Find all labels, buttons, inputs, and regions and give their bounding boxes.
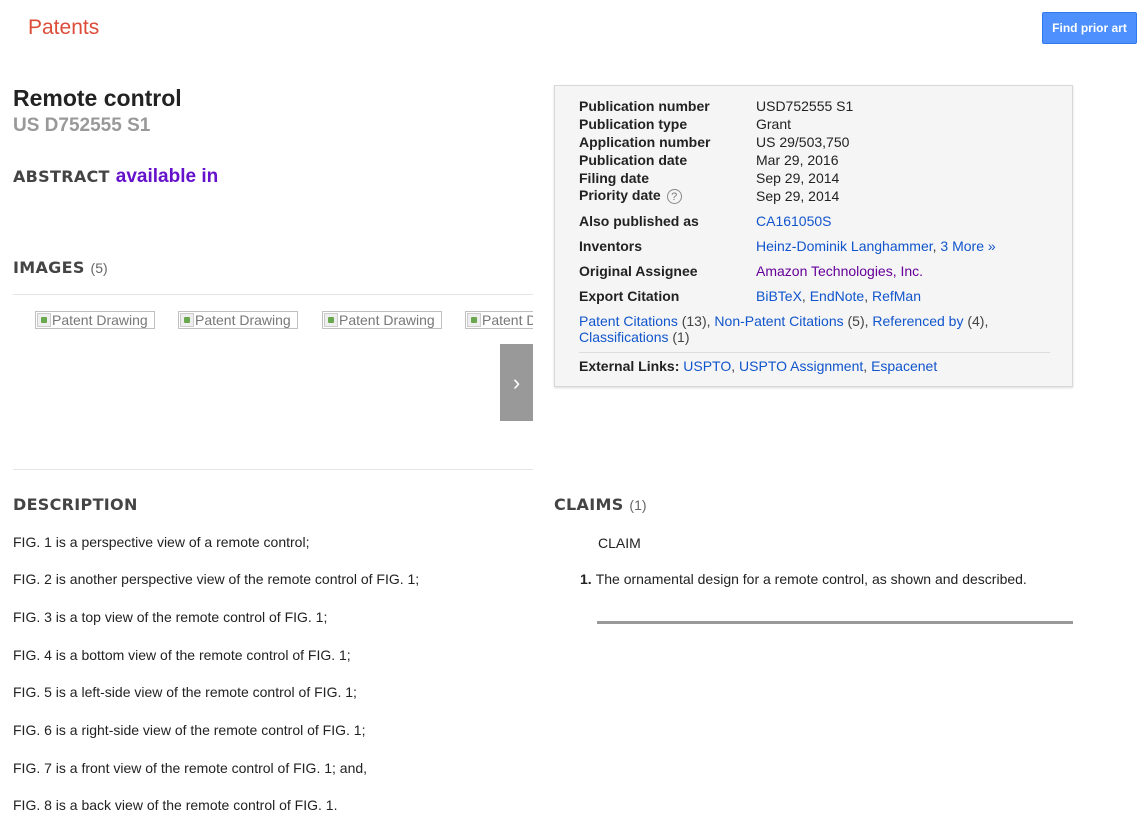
chevron-right-icon: › [512,369,521,395]
claims-heading: CLAIMS (1) [554,495,647,514]
carousel-next-button[interactable]: › [500,344,533,421]
thumbnail-alt-text: Patent Drawing [339,312,435,328]
classifications-count: (1) [672,329,690,345]
thumbnail-alt-text: Patent Drawing [195,312,291,328]
abstract-heading: ABSTRACT available in [13,166,218,188]
find-prior-art-button[interactable]: Find prior art [1042,12,1137,44]
patent-citations-link[interactable]: Patent Citations [579,313,678,329]
images-divider [13,294,533,295]
inventors-more-link[interactable]: 3 More » [940,238,995,254]
priority-date-row: Priority date? [579,187,682,204]
priority-date-value: Sep 29, 2014 [756,188,840,204]
patent-metadata-card: Publication number USD752555 S1 Publicat… [554,85,1073,387]
filing-date-row: Filing date [579,170,649,186]
description-line: FIG. 2 is another perspective view of th… [13,571,420,587]
claims-end-rule [597,621,1073,624]
filing-date-value: Sep 29, 2014 [756,170,840,186]
metadata-divider [579,352,1050,353]
inventors-label: Inventors [579,238,643,254]
assignee-label: Original Assignee [579,263,698,279]
publication-date-value: Mar 29, 2016 [756,152,839,168]
external-links-label: External Links: [579,358,680,374]
export-endnote-link[interactable]: EndNote [810,288,864,304]
export-bibtex-link[interactable]: BiBTeX [756,288,802,304]
description-line: FIG. 8 is a back view of the remote cont… [13,797,338,813]
application-number-row: Application number [579,134,710,150]
referenced-by-count: (4) [967,313,985,329]
inventors-row: Inventors [579,238,642,254]
abstract-available-in-link[interactable]: available in [116,166,218,187]
description-line: FIG. 6 is a right-side view of the remot… [13,722,366,738]
description-divider [13,469,533,470]
claims-heading-label: CLAIMS [554,495,624,514]
publication-number-value: USD752555 S1 [756,98,854,114]
description-line: FIG. 4 is a bottom view of the remote co… [13,647,351,663]
images-heading: IMAGES (5) [13,258,108,277]
help-icon[interactable]: ? [666,188,682,204]
abstract-heading-label: ABSTRACT [13,167,110,186]
patent-drawing-thumbnail[interactable]: Patent Drawing [465,311,533,329]
description-heading: DESCRIPTION [13,495,138,514]
claim-heading: CLAIM [598,535,641,551]
claims-count: (1) [629,497,647,513]
patent-drawing-thumbnail[interactable]: Patent Drawing [35,311,155,329]
also-published-value: CA161050S [756,213,832,229]
patent-citations-count: (13) [681,313,707,329]
description-line: FIG. 3 is a top view of the remote contr… [13,609,328,625]
publication-date-label: Publication date [579,152,688,168]
image-carousel: Patent Drawing Patent Drawing Patent Dra… [13,296,533,426]
claim-text: The ornamental design for a remote contr… [595,571,1027,587]
uspto-assignment-link[interactable]: USPTO Assignment [739,358,863,374]
priority-date-label: Priority date [579,187,661,203]
classifications-link[interactable]: Classifications [579,329,668,345]
also-published-label: Also published as [579,213,699,229]
broken-image-icon [467,313,481,327]
application-number-label: Application number [579,134,711,150]
publication-type-row: Publication type [579,116,687,132]
publication-type-value: Grant [756,116,792,132]
external-links-row: External Links: USPTO, USPTO Assignment,… [579,358,938,374]
thumbnail-alt-text: Patent Drawing [482,312,533,328]
inventors-value: Heinz-Dominik Langhammer, 3 More » [756,238,996,254]
also-published-row: Also published as [579,213,699,229]
patent-drawing-thumbnail[interactable]: Patent Drawing [178,311,298,329]
assignee-link[interactable]: Amazon Technologies, Inc. [756,263,923,279]
patent-title: Remote control [13,85,182,111]
publication-number-row: Publication number [579,98,710,114]
patents-logo[interactable]: Patents [28,16,99,40]
broken-image-icon [180,313,194,327]
broken-image-icon [324,313,338,327]
citations-row: Patent Citations (13), Non-Patent Citati… [579,313,989,345]
uspto-link[interactable]: USPTO [683,358,731,374]
export-citation-row: Export Citation [579,288,679,304]
also-published-link[interactable]: CA161050S [756,213,832,229]
application-number-value: US 29/503,750 [756,134,850,150]
espacenet-link[interactable]: Espacenet [871,358,937,374]
publication-number-label: Publication number [579,98,710,114]
broken-image-icon [37,313,51,327]
description-line: FIG. 1 is a perspective view of a remote… [13,534,310,550]
export-citation-label: Export Citation [579,288,680,304]
description-line: FIG. 7 is a front view of the remote con… [13,760,368,776]
export-refman-link[interactable]: RefMan [872,288,921,304]
publication-type-label: Publication type [579,116,688,132]
non-patent-citations-count: (5) [847,313,865,329]
referenced-by-link[interactable]: Referenced by [872,313,963,329]
non-patent-citations-link[interactable]: Non-Patent Citations [714,313,843,329]
publication-date-row: Publication date [579,152,687,168]
inventor-link[interactable]: Heinz-Dominik Langhammer [756,238,933,254]
patent-number: US D752555 S1 [13,115,151,136]
images-count: (5) [90,260,108,276]
description-line: FIG. 5 is a left-side view of the remote… [13,684,357,700]
thumbnail-alt-text: Patent Drawing [52,312,148,328]
export-citation-links: BiBTeX, EndNote, RefMan [756,288,921,304]
filing-date-label: Filing date [579,170,649,186]
patent-drawing-thumbnail[interactable]: Patent Drawing [322,311,442,329]
images-heading-label: IMAGES [13,258,85,277]
assignee-value: Amazon Technologies, Inc. [756,263,923,279]
claim-item: 1. The ornamental design for a remote con… [580,571,1027,587]
assignee-row: Original Assignee [579,263,698,279]
claim-number: 1. [580,571,592,587]
